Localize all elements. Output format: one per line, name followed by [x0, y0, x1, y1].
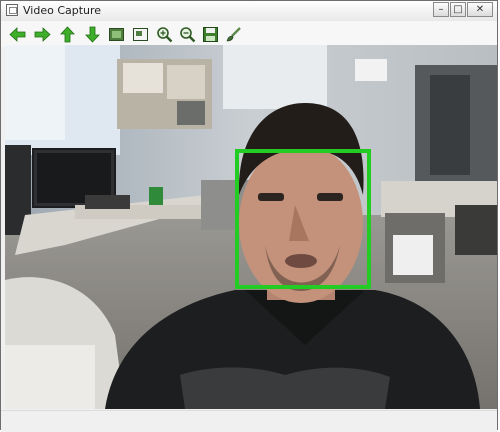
fit-window-icon[interactable] — [108, 26, 125, 43]
down-arrow-icon[interactable] — [84, 26, 101, 43]
app-window-icon — [6, 4, 18, 16]
window-title: Video Capture — [23, 4, 102, 17]
properties-brush-icon[interactable] — [225, 26, 242, 43]
title-bar[interactable]: Video Capture – □ ✕ — [1, 1, 497, 22]
up-arrow-icon[interactable] — [59, 26, 76, 43]
minimize-button[interactable]: – — [433, 2, 449, 17]
toolbar — [1, 21, 497, 47]
zoom-in-icon[interactable] — [156, 26, 173, 43]
face-detection-box — [235, 149, 371, 289]
save-icon[interactable] — [202, 26, 219, 43]
maximize-button[interactable]: □ — [450, 2, 466, 17]
forward-arrow-icon[interactable] — [34, 26, 51, 43]
window-controls: – □ ✕ — [432, 2, 493, 18]
video-frame — [5, 45, 497, 409]
back-arrow-icon[interactable] — [9, 26, 26, 43]
close-button[interactable]: ✕ — [467, 2, 493, 17]
video-capture-window: Video Capture – □ ✕ — [0, 0, 498, 432]
zoom-out-icon[interactable] — [179, 26, 196, 43]
status-bar — [1, 410, 497, 432]
original-size-icon[interactable] — [132, 26, 149, 43]
